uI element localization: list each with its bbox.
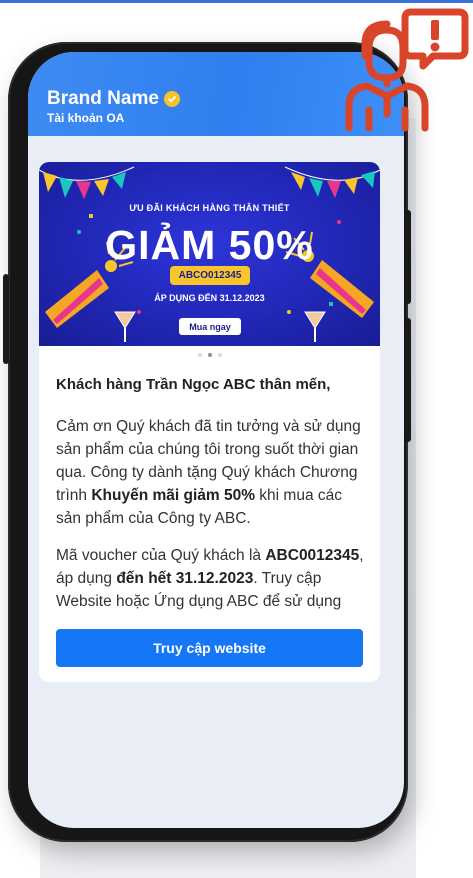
greeting-text: Khách hàng Trần Ngọc ABC thân mến, [56,376,331,393]
banner-subtitle: ƯU ĐÃI KHÁCH HÀNG THÂN THIẾT [129,203,290,213]
verified-check-icon [163,91,180,107]
brand-name[interactable]: Brand Name [47,88,159,110]
phone-screen: Brand Name Tài khoản OA ƯU ĐÃI KHÁCH HÀN… [28,52,404,828]
phone-side-button-left [3,274,9,364]
message-paragraph-2: Mã voucher của Quý khách là ABC0012345, … [56,544,368,613]
phone-volume-up-button [405,210,411,304]
carousel-dot[interactable] [217,353,222,357]
banner-title: GIẢM 50% [105,222,314,268]
p2-text-a: Mã voucher của Quý khách là [56,547,266,564]
p2-expiry-highlight: đến hết 31.12.2023 [116,570,254,587]
visit-website-button[interactable]: Truy cập website [56,629,363,667]
banner-voucher-code: ABCO012345 [170,266,250,285]
agent-alert-icon[interactable] [341,4,469,132]
carousel-dot-active[interactable] [207,353,212,357]
p2-voucher-code: ABC0012345 [265,547,360,564]
brand-row: Brand Name [47,88,180,110]
promo-banner[interactable]: ƯU ĐÃI KHÁCH HÀNG THÂN THIẾT GIẢM 50% AB… [39,162,380,346]
message-paragraph-1: Cảm ơn Quý khách đã tin tưởng và sử dụng… [56,415,368,530]
account-type: Tài khoản OA [47,111,125,125]
phone-volume-down-button [405,318,411,442]
top-accent-line [0,0,473,3]
banner-apply-date: ÁP DỤNG ĐẾN 31.12.2023 [154,293,265,303]
message-card: ƯU ĐÃI KHÁCH HÀNG THÂN THIẾT GIẢM 50% AB… [39,162,380,682]
carousel-dots [39,353,380,357]
carousel-dot[interactable] [197,353,202,357]
p1-promo-highlight: Khuyến mãi giảm 50% [91,487,255,504]
buy-now-button[interactable]: Mua ngay [179,318,241,335]
